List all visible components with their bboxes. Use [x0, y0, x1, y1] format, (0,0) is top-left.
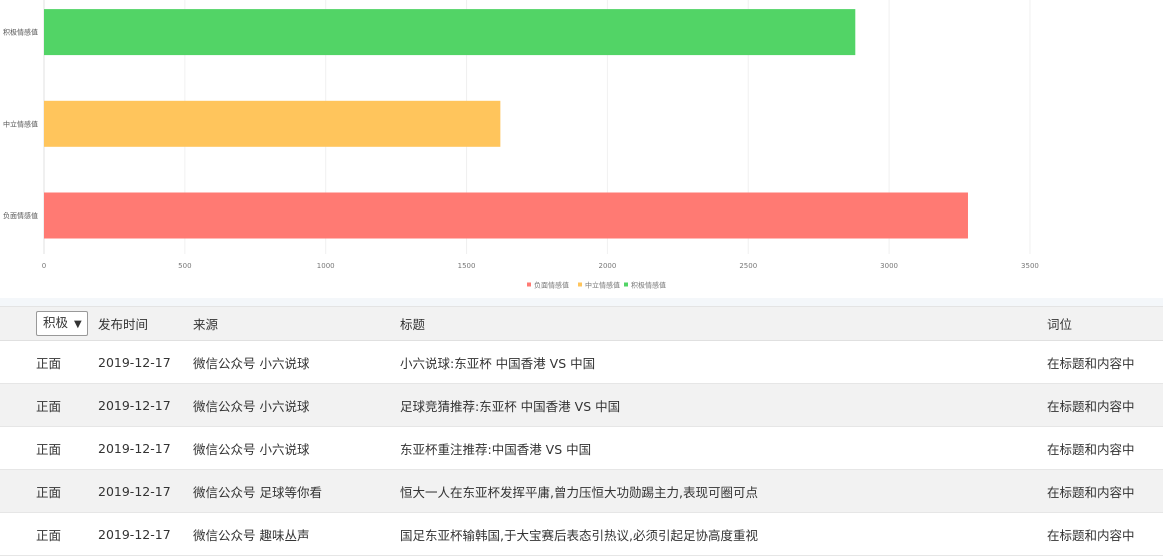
row-position: 在标题和内容中: [1047, 441, 1135, 457]
table-row[interactable]: 正面 2019-12-17 微信公众号 小六说球 东亚杯重注推荐:中国香港 VS…: [0, 427, 1163, 470]
row-sentiment: 正面: [36, 355, 62, 371]
sentiment-filter-cell: 积极 ▼: [0, 307, 98, 341]
legend-swatch: [624, 282, 628, 287]
row-position: 在标题和内容中: [1047, 398, 1135, 414]
table-row[interactable]: 正面 2019-12-17 微信公众号 足球等你看 恒大一人在东亚杯发挥平庸,曾…: [0, 469, 1163, 513]
row-source: 微信公众号 趣味丛声: [193, 527, 310, 543]
row-position: 在标题和内容中: [1047, 484, 1135, 500]
row-title[interactable]: 国足东亚杯输韩国,于大宝赛后表态引热议,必须引起足协高度重视: [400, 513, 1047, 556]
table-row[interactable]: 正面 2019-12-17 微信公众号 小六说球 小六说球:东亚杯 中国香港 V…: [0, 341, 1163, 384]
sentiment-bar-chart: 负面情感值 中立情感值 积极情感值 0 500 1000 1500 2000 2500 3000 3…: [0, 0, 1163, 298]
row-time: 2019-12-17: [98, 354, 171, 370]
x-tick-label: 2500: [739, 262, 757, 270]
row-title[interactable]: 小六说球:东亚杯 中国香港 VS 中国: [400, 341, 1047, 384]
bar-1: [44, 100, 501, 147]
legend-swatch: [578, 282, 582, 287]
x-tick-label: 3000: [880, 262, 898, 270]
x-tick-label: 1000: [317, 262, 335, 270]
article-table: 积极 ▼ 发布时间 来源 标题 词位 正面 2019-12-17 微信公众号 小六…: [0, 306, 1163, 556]
row-time: 2019-12-17: [98, 483, 171, 499]
row-sentiment: 正面: [36, 484, 62, 500]
row-position: 在标题和内容中: [1047, 527, 1135, 543]
row-source: 微信公众号 足球等你看: [193, 484, 322, 500]
row-time: 2019-12-17: [98, 397, 171, 413]
row-title[interactable]: 足球竞猜推荐:东亚杯 中国香港 VS 中国: [400, 384, 1047, 427]
row-time: 2019-12-17: [98, 440, 171, 456]
table-header-row: 积极 ▼ 发布时间 来源 标题 词位: [0, 306, 1163, 341]
header-position: 词位: [1047, 317, 1073, 332]
table-row[interactable]: 正面 2019-12-17 微信公众号 趣味丛声 国足东亚杯输韩国,于大宝赛后表…: [0, 513, 1163, 556]
row-title[interactable]: 东亚杯重注推荐:中国香港 VS 中国: [400, 427, 1047, 470]
row-sentiment: 正面: [36, 398, 62, 414]
row-sentiment: 正面: [36, 441, 62, 457]
x-tick-label: 3500: [1021, 262, 1039, 270]
x-tick-label: 1500: [458, 262, 476, 270]
chevron-down-icon: ▼: [74, 319, 82, 330]
legend-label: 中立情感值: [585, 281, 620, 290]
row-source: 微信公众号 小六说球: [193, 398, 310, 414]
sentiment-filter-select[interactable]: 积极 ▼: [36, 311, 88, 336]
x-tick-label: 0: [42, 262, 46, 270]
bar-0: [44, 192, 968, 239]
header-time: 发布时间: [98, 317, 149, 332]
row-source: 微信公众号 小六说球: [193, 355, 310, 371]
y-tick-label: 中立情感值: [3, 119, 38, 128]
bar-2: [44, 9, 856, 56]
section-divider: [0, 298, 1163, 306]
row-time: 2019-12-17: [98, 526, 171, 542]
row-sentiment: 正面: [36, 527, 62, 543]
legend-swatch: [527, 282, 531, 287]
header-source: 来源: [193, 317, 219, 332]
x-tick-label: 2000: [598, 262, 616, 270]
header-title: 标题: [400, 317, 426, 332]
chart-svg: 负面情感值中立情感值积极情感值0 500 1000 1500 2000 2500 3000 3…: [3, 0, 1039, 290]
y-tick-label: 积极情感值: [3, 28, 38, 37]
table-row[interactable]: 正面 2019-12-17 微信公众号 小六说球 足球竞猜推荐:东亚杯 中国香港…: [0, 383, 1163, 427]
legend-label: 负面情感值: [534, 281, 569, 290]
row-title[interactable]: 恒大一人在东亚杯发挥平庸,曾力压恒大功勋踢主力,表现可圈可点: [400, 470, 1047, 513]
row-source: 微信公众号 小六说球: [193, 441, 310, 457]
x-tick-label: 500: [178, 262, 191, 270]
sentiment-filter-value: 积极: [43, 315, 69, 330]
legend-label: 积极情感值: [631, 281, 666, 290]
row-position: 在标题和内容中: [1047, 355, 1135, 371]
y-tick-label: 负面情感值: [3, 211, 38, 220]
